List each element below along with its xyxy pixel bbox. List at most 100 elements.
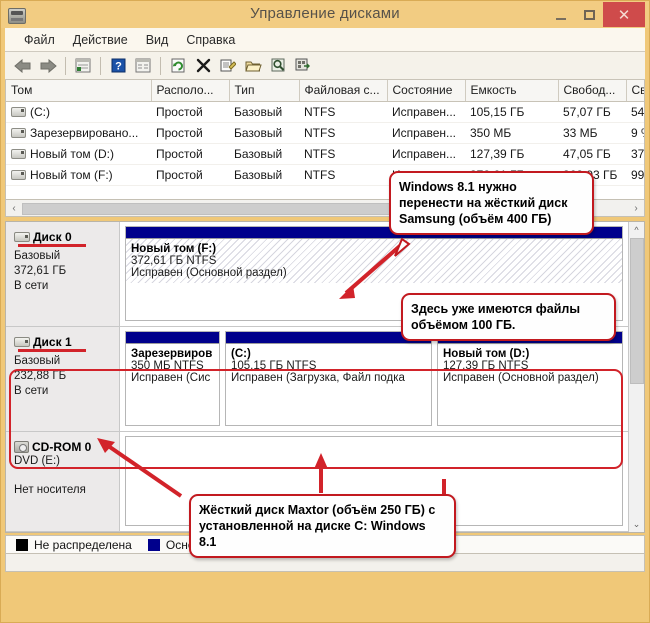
scroll-left-icon[interactable]: ‹ (6, 203, 22, 214)
volume-type-cell: Базовый (229, 122, 299, 144)
scroll-right-icon[interactable]: › (628, 203, 644, 214)
cdrom0-title-row: CD-ROM 0 (14, 440, 113, 454)
volume-name-text: Новый том (F:) (30, 167, 113, 182)
disk1-title: Диск 1 (33, 335, 72, 349)
callout-files[interactable]: Здесь уже имеются файлы объёмом 100 ГБ. (401, 293, 616, 341)
partition-size: 350 МБ NTFS (131, 360, 204, 372)
toolbar: ? (5, 52, 645, 80)
callout-samsung[interactable]: Windows 8.1 нужно перенести на жёсткий д… (389, 171, 594, 235)
delete-icon[interactable] (191, 54, 215, 78)
volume-free-cell: 57,07 ГБ (558, 101, 626, 123)
volume-layout-cell: Простой (151, 164, 229, 186)
volume-status-cell: Исправен... (387, 143, 465, 165)
list-view-icon[interactable] (71, 54, 95, 78)
svg-text:?: ? (115, 61, 122, 73)
partition-c[interactable]: (C:) 105,15 ГБ NTFS Исправен (Загрузка, … (225, 331, 432, 426)
open-folder-icon[interactable] (241, 54, 265, 78)
volume-status-cell: Исправен... (387, 101, 465, 123)
disk0-type: Базовый (14, 250, 61, 262)
disk-management-window: Управление дисками ✕ Файл Действие Вид С… (0, 0, 650, 623)
back-arrow-icon[interactable] (11, 54, 35, 78)
volume-pct-cell: 54 % (626, 101, 644, 123)
partition-name: (C:) (231, 348, 251, 360)
disk1-size: 232,88 ГБ (14, 370, 67, 382)
cdrom0-state: Нет носителя (14, 484, 86, 496)
disk1-partitions: Зарезервиров 350 МБ NTFS Исправен (Сис (… (120, 327, 628, 431)
column-header-free-pct[interactable]: Своб (626, 80, 644, 102)
partition-status: Исправен (Основной раздел) (443, 372, 599, 384)
volume-fs-cell: NTFS (299, 143, 387, 165)
scroll-up-icon[interactable]: ^ (634, 222, 638, 237)
partition-name: Новый том (D:) (443, 348, 530, 360)
volume-fs-cell: NTFS (299, 101, 387, 123)
menu-item-file[interactable]: Файл (15, 31, 64, 49)
scrollbar-thumb[interactable] (629, 238, 644, 384)
properties-icon[interactable] (216, 54, 240, 78)
volume-capacity-cell: 350 МБ (465, 122, 558, 144)
table-row[interactable]: Зарезервировано... Простой Базовый NTFS … (6, 122, 644, 144)
volume-free-cell: 33 МБ (558, 122, 626, 144)
volume-layout-cell: Простой (151, 122, 229, 144)
callout-maxtor[interactable]: Жёсткий диск Maxtor (объём 250 ГБ) с уст… (189, 494, 456, 558)
minimize-button[interactable] (547, 4, 575, 26)
title-bar: Управление дисками ✕ (1, 1, 649, 28)
volume-name-text: Зарезервировано... (30, 125, 139, 140)
toolbar-separator (100, 56, 101, 75)
partition-size: 105,15 ГБ NTFS (231, 360, 317, 372)
partition-status: Исправен (Сис (131, 372, 211, 384)
refresh-icon[interactable] (166, 54, 190, 78)
volume-type-cell: Базовый (229, 101, 299, 123)
cdrom0-title: CD-ROM 0 (32, 440, 92, 454)
volume-fs-cell: NTFS (299, 164, 387, 186)
column-header-type[interactable]: Тип (229, 80, 300, 102)
volume-name-cell: Зарезервировано... (6, 122, 151, 144)
column-header-capacity[interactable]: Емкость (465, 80, 559, 102)
search-icon[interactable] (266, 54, 290, 78)
volume-type-cell: Базовый (229, 143, 299, 165)
partition-details: Зарезервиров 350 МБ NTFS Исправен (Сис (126, 344, 219, 388)
volume-fs-cell: NTFS (299, 122, 387, 144)
volume-table: Том Располо... Тип Файловая с... Состоян… (6, 80, 644, 186)
volume-pct-cell: 37 % (626, 143, 644, 165)
properties-list-icon[interactable] (131, 54, 155, 78)
volume-icon (11, 106, 26, 117)
scrollbar-thumb[interactable] (22, 202, 410, 215)
table-row[interactable]: Новый том (D:) Простой Базовый NTFS Испр… (6, 143, 644, 165)
forward-arrow-icon[interactable] (36, 54, 60, 78)
partition-name: Новый том (F:) (131, 243, 217, 255)
partition-d[interactable]: Новый том (D:) 127,39 ГБ NTFS Исправен (… (437, 331, 623, 426)
rescan-disks-icon[interactable] (291, 54, 315, 78)
volume-name-cell: (C:) (6, 101, 151, 123)
disk-row-disk1[interactable]: Диск 1 Базовый 232,88 ГБ В сети Зарезерв… (6, 327, 628, 432)
table-row[interactable]: (C:) Простой Базовый NTFS Исправен... 10… (6, 101, 644, 123)
cdrom0-info[interactable]: CD-ROM 0 DVD (E:) Нет носителя (6, 432, 120, 531)
toolbar-separator (160, 56, 161, 75)
menu-item-view[interactable]: Вид (137, 31, 178, 49)
partition-details: Новый том (F:) 372,61 ГБ NTFS Исправен (… (126, 239, 622, 283)
volume-layout-cell: Простой (151, 143, 229, 165)
disk1-red-underline (18, 349, 86, 352)
column-header-filesystem[interactable]: Файловая с... (299, 80, 388, 102)
scroll-down-icon[interactable]: ⌄ (633, 517, 641, 532)
legend-label-unallocated: Не распределена (34, 537, 132, 552)
disk0-title-row: Диск 0 (14, 230, 113, 244)
disk0-info[interactable]: Диск 0 Базовый 372,61 ГБ В сети (6, 222, 120, 326)
partition-reserved[interactable]: Зарезервиров 350 МБ NTFS Исправен (Сис (125, 331, 220, 426)
volume-pct-cell: 99 % (626, 164, 644, 186)
disk1-type: Базовый (14, 355, 61, 367)
help-icon[interactable]: ? (106, 54, 130, 78)
disk-view-vertical-scrollbar[interactable]: ^ ⌄ (628, 222, 644, 532)
volume-capacity-cell: 105,15 ГБ (465, 101, 558, 123)
column-header-layout[interactable]: Располо... (151, 80, 230, 102)
column-header-status[interactable]: Состояние (387, 80, 466, 102)
menu-item-action[interactable]: Действие (64, 31, 137, 49)
volume-layout-cell: Простой (151, 101, 229, 123)
column-header-volume[interactable]: Том (6, 80, 152, 102)
disk-graphical-view: Диск 0 Базовый 372,61 ГБ В сети Новый то… (5, 221, 645, 533)
disk-icon (14, 232, 30, 242)
volume-name-text: Новый том (D:) (30, 146, 114, 161)
disk1-info[interactable]: Диск 1 Базовый 232,88 ГБ В сети (6, 327, 120, 431)
volume-icon (11, 169, 26, 180)
menu-item-help[interactable]: Справка (177, 31, 244, 49)
column-header-free[interactable]: Свобод... (558, 80, 627, 102)
